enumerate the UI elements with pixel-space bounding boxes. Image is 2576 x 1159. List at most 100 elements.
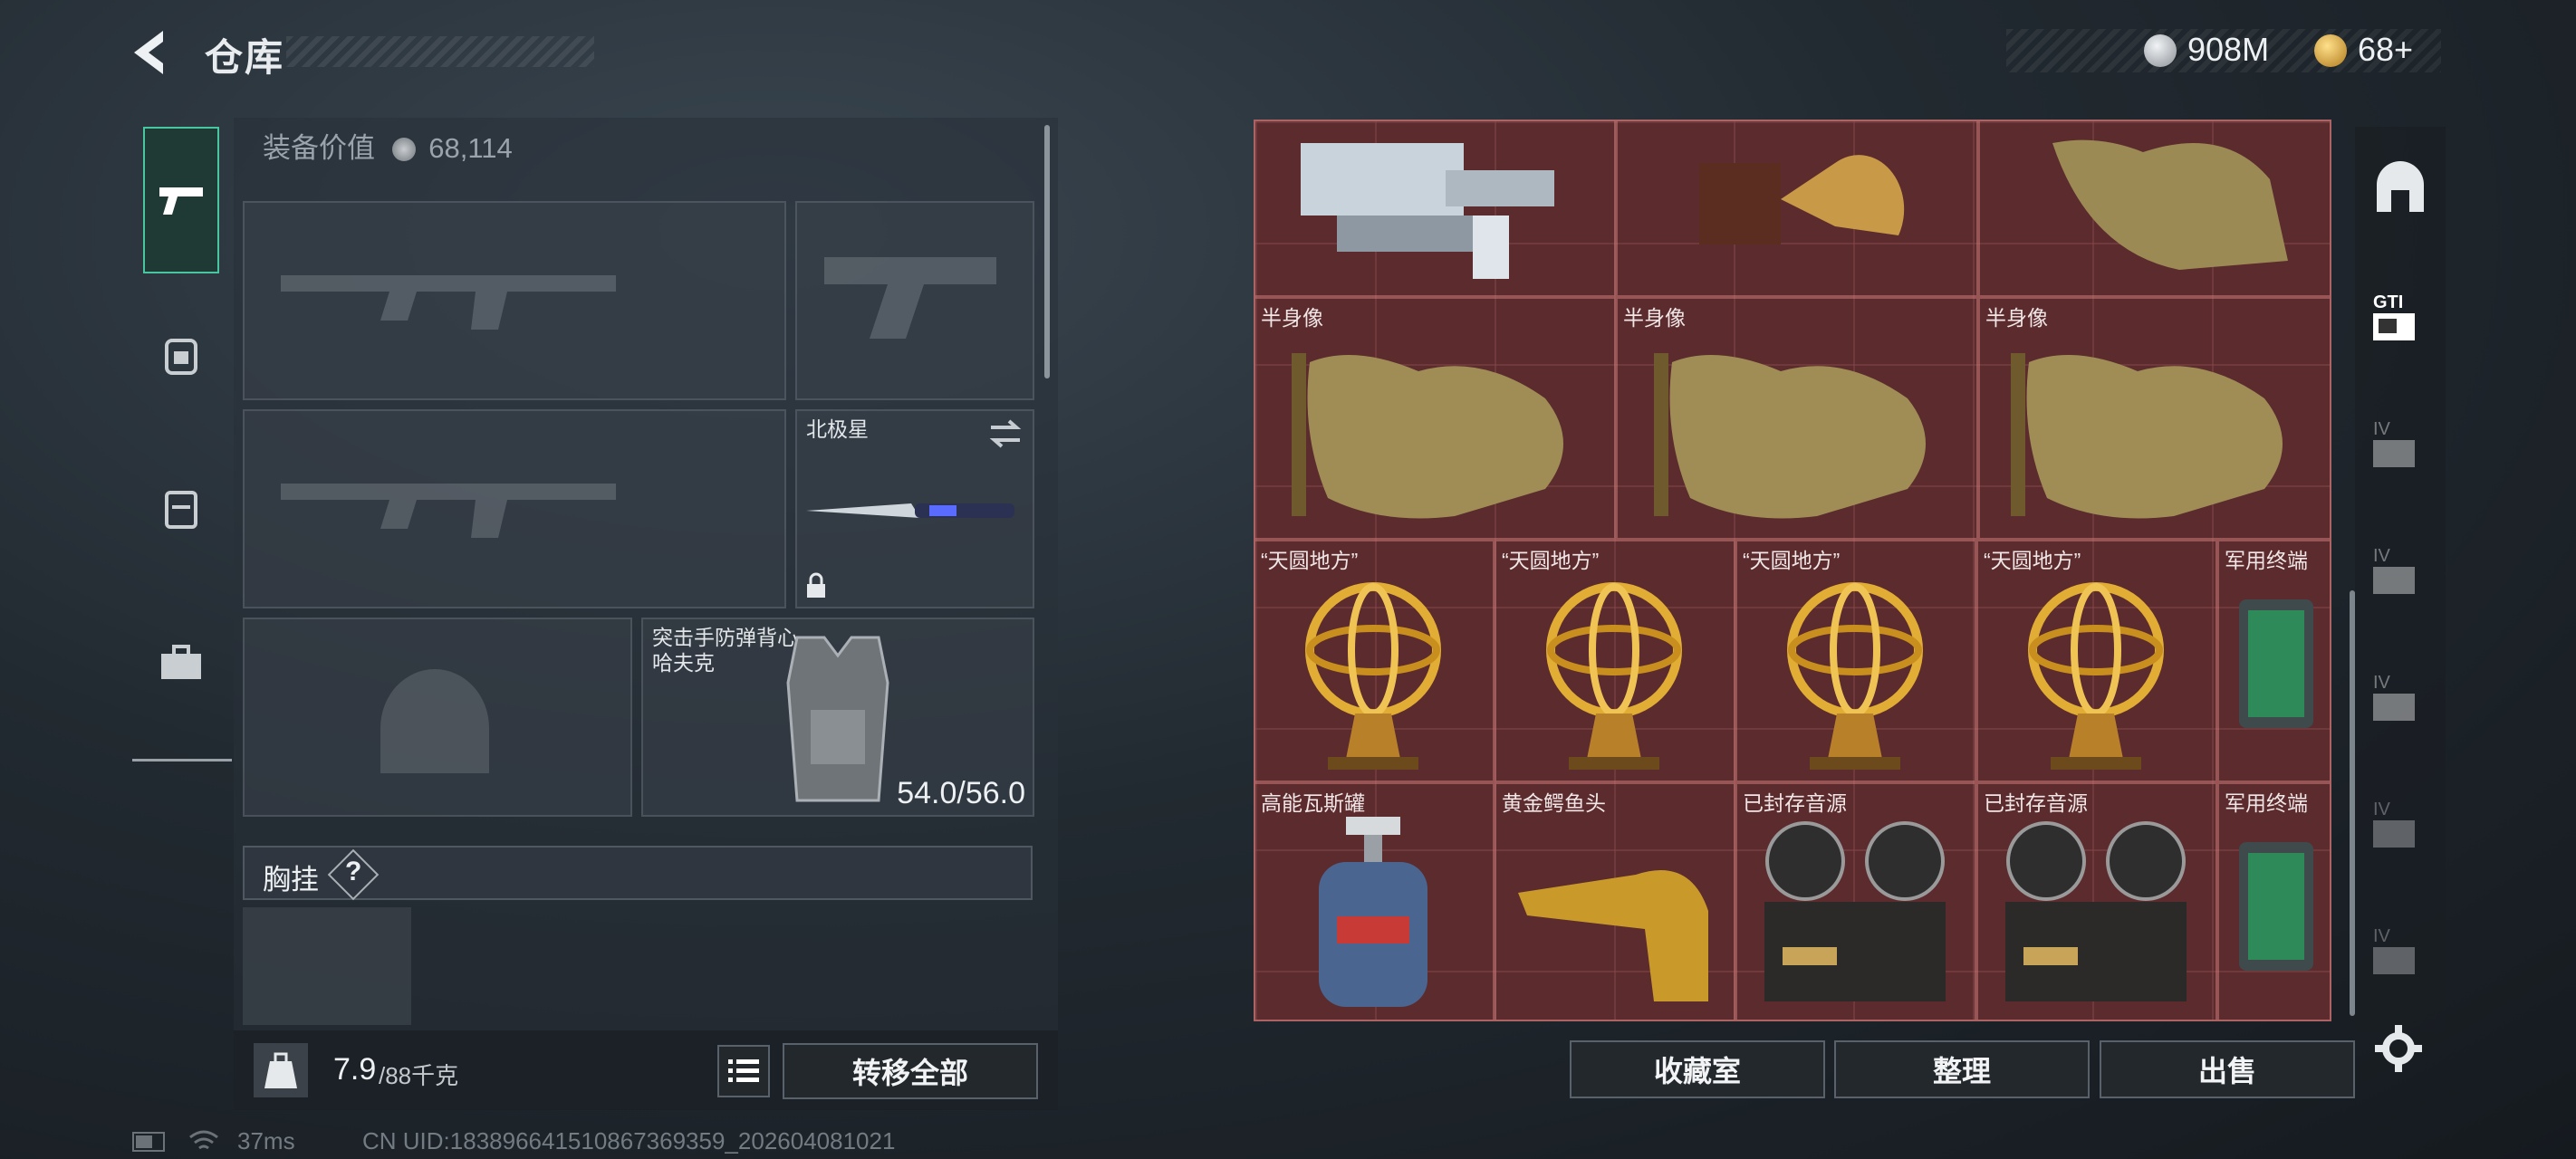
- list-view-button[interactable]: [717, 1045, 770, 1097]
- sell-button[interactable]: 出售: [2100, 1040, 2355, 1098]
- stash-item[interactable]: 半身像: [1254, 297, 1616, 540]
- turret-item-icon: [1301, 143, 1554, 279]
- primary-weapon-slot[interactable]: [243, 201, 786, 400]
- iv-tab-icon[interactable]: IV: [2368, 918, 2433, 983]
- swap-icon[interactable]: [987, 418, 1024, 449]
- pistol-slot[interactable]: [795, 201, 1034, 400]
- golden-crocodile-head-icon: [1518, 870, 1708, 1001]
- item-label: 军用终端: [2225, 791, 2308, 815]
- chest-rig-label: 胸挂: [263, 864, 319, 896]
- stash-item[interactable]: 黄金鳄鱼头: [1495, 782, 1735, 1021]
- item-label: “天圆地方”: [1743, 549, 1841, 572]
- iv-tab-icon[interactable]: IV: [2368, 411, 2433, 476]
- equipment-value: 装备价值 68,114: [263, 125, 513, 166]
- item-label: 半身像: [1985, 306, 2048, 330]
- armillary-sphere-icon: [1305, 582, 1441, 770]
- item-label: 已封存音源: [1984, 791, 2088, 815]
- armillary-sphere-icon: [1546, 582, 1682, 770]
- iv-tab-icon[interactable]: IV: [2368, 791, 2433, 857]
- stash-item[interactable]: [1254, 120, 1616, 297]
- stash-item[interactable]: “天圆地方”: [1735, 540, 1976, 782]
- stash-item[interactable]: 半身像: [1616, 297, 1978, 540]
- collection-room-button[interactable]: 收藏室: [1570, 1040, 1825, 1098]
- gas-canister-icon: [1319, 817, 1427, 1007]
- bust-item-icon: [1292, 353, 1563, 519]
- bust-item-icon: [2011, 353, 2283, 519]
- back-arrow-icon[interactable]: [127, 27, 172, 78]
- ping-readout: 37ms: [237, 1127, 295, 1154]
- stash-item[interactable]: “天圆地方”: [1254, 540, 1495, 782]
- stash-item[interactable]: 军用终端: [2217, 782, 2331, 1021]
- stash-item[interactable]: [1616, 120, 1978, 297]
- item-label: 已封存音源: [1743, 791, 1847, 815]
- gramophone-item-icon: [1699, 155, 1905, 244]
- knife-icon: [806, 503, 1014, 518]
- item-label: 黄金鳄鱼头: [1502, 791, 1606, 815]
- stash-item[interactable]: 半身像: [1978, 297, 2331, 540]
- body-armor-icon: [786, 636, 889, 802]
- equipment-footer: 7.9 /88千克 转移全部: [234, 1030, 1058, 1110]
- silver-balance: 908M: [2187, 31, 2270, 68]
- armor-slot[interactable]: 突击手防弹背心 哈夫克 54.0/56.0: [641, 618, 1034, 817]
- svg-text:IV: IV: [2373, 673, 2391, 693]
- svg-text:IV: IV: [2373, 800, 2391, 819]
- carry-weight-cap: /88千克: [379, 1062, 459, 1089]
- equipment-value-amount: 68,114: [428, 132, 513, 164]
- bust-item-icon: [2052, 139, 2288, 270]
- battery-icon: [132, 1132, 165, 1152]
- stash-panel: 半身像 半身像 半身像 “天圆地方” “天圆地方” “天圆地方” “天圆地方” …: [1248, 120, 2355, 1023]
- backpack-icon: [165, 339, 197, 375]
- toolbox-icon: [161, 645, 201, 679]
- stash-item[interactable]: “天圆地方”: [1495, 540, 1735, 782]
- item-label: 高能瓦斯罐: [1261, 791, 1365, 815]
- stash-tab-icon[interactable]: [2368, 158, 2433, 223]
- gti-tab-icon[interactable]: GTI: [2368, 284, 2433, 350]
- melee-name: 北极星: [806, 417, 869, 441]
- gold-balance: 68+: [2358, 31, 2414, 68]
- pistol-silhouette-icon: [824, 257, 996, 339]
- rail-tab-backpack[interactable]: [143, 317, 219, 393]
- settings-icon[interactable]: [2373, 1023, 2424, 1074]
- item-label: 半身像: [1623, 306, 1686, 330]
- stash-item[interactable]: [1978, 120, 2331, 297]
- svg-text:GTI: GTI: [2373, 292, 2403, 312]
- stash-item[interactable]: 军用终端: [2217, 540, 2331, 782]
- currency-bar: 908M 68+: [2006, 29, 2441, 72]
- lock-icon: [807, 572, 825, 598]
- rail-divider: [132, 759, 232, 761]
- help-mark: ?: [345, 857, 362, 886]
- chest-rig-header: 胸挂 ? ?: [243, 846, 1033, 901]
- iv-tab-icon[interactable]: IV: [2368, 665, 2433, 730]
- gold-coin-icon: [2314, 34, 2347, 67]
- organize-button[interactable]: 整理: [1834, 1040, 2090, 1098]
- stash-item[interactable]: 高能瓦斯罐: [1254, 782, 1495, 1021]
- item-label: “天圆地方”: [1261, 549, 1359, 572]
- chest-rig-slot[interactable]: [243, 907, 411, 1025]
- wifi-icon: [189, 1130, 218, 1150]
- stash-item[interactable]: 已封存音源: [1735, 782, 1976, 1021]
- item-label: 半身像: [1261, 306, 1323, 330]
- rail-tab-weapons[interactable]: [143, 127, 219, 273]
- armor-name: 突击手防弹背心 哈夫克: [652, 626, 798, 675]
- equipment-scrollbar[interactable]: [1044, 125, 1050, 378]
- svg-text:IV: IV: [2373, 546, 2391, 566]
- iv-tab-icon[interactable]: IV: [2368, 538, 2433, 603]
- stash-item[interactable]: “天圆地方”: [1976, 540, 2217, 782]
- helmet-silhouette-icon: [380, 669, 489, 773]
- rail-tab-vest[interactable]: [143, 471, 219, 547]
- weight-icon: [254, 1043, 308, 1097]
- transfer-all-button[interactable]: 转移全部: [783, 1043, 1038, 1099]
- svg-text:IV: IV: [2373, 419, 2391, 439]
- helmet-slot[interactable]: [243, 618, 632, 817]
- military-terminal-icon: [2239, 842, 2313, 971]
- bust-item-icon: [1654, 353, 1926, 519]
- melee-slot[interactable]: 北极星: [795, 409, 1034, 608]
- armillary-sphere-icon: [2028, 582, 2164, 770]
- rail-tab-toolbox[interactable]: [143, 625, 219, 701]
- secondary-weapon-slot[interactable]: [243, 409, 786, 608]
- item-label: “天圆地方”: [1984, 549, 2081, 572]
- reel-recorder-icon: [2005, 821, 2187, 1001]
- military-terminal-icon: [2239, 599, 2313, 728]
- stash-item[interactable]: 已封存音源: [1976, 782, 2217, 1021]
- armor-durability: 54.0/56.0: [897, 776, 1025, 810]
